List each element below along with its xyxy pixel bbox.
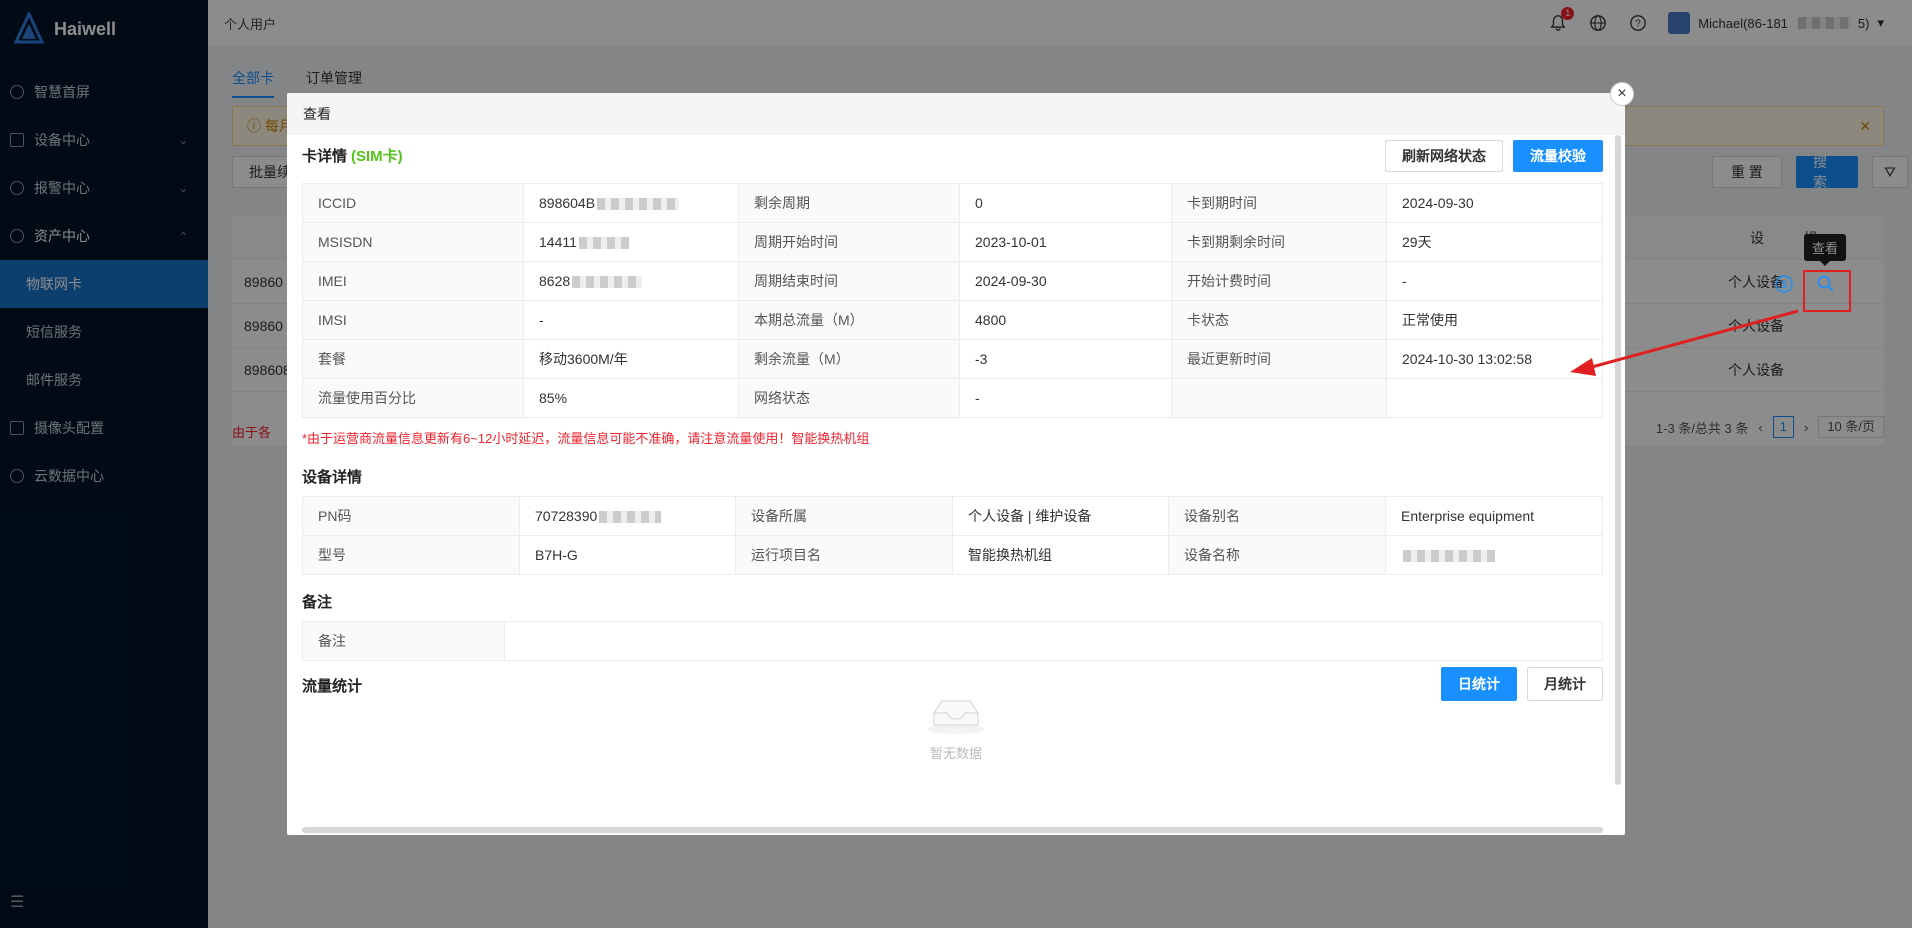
field-label: 型号 — [302, 535, 520, 575]
table-row: IMEI 8628 周期结束时间 2024-09-30 开始计费时间 - — [302, 261, 1603, 301]
field-value: 14411 — [523, 222, 739, 262]
field-value: B7H-G — [519, 535, 736, 575]
device-details-heading: 设备详情 — [302, 468, 363, 486]
remark-heading: 备注 — [302, 593, 333, 611]
masked-value — [599, 511, 662, 524]
field-value: 2024-10-30 13:02:58 — [1386, 339, 1603, 379]
field-label: 网络状态 — [738, 378, 960, 418]
card-details-heading: 卡详情 (SIM卡) 刷新网络状态 流量校验 — [302, 135, 1603, 175]
field-label: ICCID — [302, 183, 524, 223]
field-value: 2024-09-30 — [959, 261, 1172, 301]
field-label: IMEI — [302, 261, 524, 301]
table-row: ICCID 898604B 剩余周期 0 卡到期时间 2024-09-30 — [302, 183, 1603, 223]
view-modal: 查看 卡详情 (SIM卡) 刷新网络状态 流量校验 ICCID 898604B 剩余… — [287, 93, 1625, 835]
field-label: 剩余流量（M） — [738, 339, 960, 379]
field-label: 周期开始时间 — [738, 222, 960, 262]
field-value: Enterprise equipment — [1385, 496, 1603, 536]
traffic-delay-note: *由于运营商流量信息更新有6~12小时延迟，流量信息可能不准确，请注意流量使用！… — [302, 430, 870, 446]
field-label: 周期结束时间 — [738, 261, 960, 301]
field-value: 智能换热机组 — [952, 535, 1169, 575]
field-label: 卡状态 — [1171, 300, 1387, 340]
field-label: IMSI — [302, 300, 524, 340]
field-value: 0 — [959, 183, 1172, 223]
field-value: - — [523, 300, 739, 340]
field-value: 移动3600M/年 — [523, 339, 739, 379]
table-row: 流量使用百分比 85% 网络状态 - — [302, 378, 1603, 418]
field-label: 流量使用百分比 — [302, 378, 524, 418]
field-label: 最近更新时间 — [1171, 339, 1387, 379]
field-label: 卡到期时间 — [1171, 183, 1387, 223]
remark-value — [504, 621, 1603, 661]
refresh-network-button[interactable]: 刷新网络状态 — [1385, 140, 1503, 172]
field-label: 设备名称 — [1168, 535, 1386, 575]
field-value: - — [1386, 261, 1603, 301]
masked-value — [597, 198, 680, 211]
table-row: 备注 — [302, 621, 1603, 661]
horizontal-scrollbar[interactable] — [302, 827, 1603, 833]
field-value: 85% — [523, 378, 739, 418]
field-label: 本期总流量（M） — [738, 300, 960, 340]
field-label: 设备别名 — [1168, 496, 1386, 536]
section-title: 卡详情 — [302, 147, 348, 165]
field-value: 898604B — [523, 183, 739, 223]
field-label: 剩余周期 — [738, 183, 960, 223]
remark-table: 备注 — [302, 621, 1603, 661]
field-value: 正常使用 — [1386, 300, 1603, 340]
field-value: 4800 — [959, 300, 1172, 340]
field-value — [1386, 378, 1603, 418]
dollar-icon[interactable]: $ — [1774, 274, 1794, 297]
empty-box-icon — [928, 700, 984, 734]
masked-value — [578, 237, 629, 250]
field-label: 开始计费时间 — [1171, 261, 1387, 301]
field-value: 2023-10-01 — [959, 222, 1172, 262]
masked-value — [1403, 550, 1495, 563]
remark-label: 备注 — [302, 621, 505, 661]
table-row: PN码 70728390 设备所属 个人设备 | 维护设备 设备别名 Enterprise… — [302, 496, 1603, 536]
field-value — [1385, 535, 1603, 575]
field-value: 29天 — [1386, 222, 1603, 262]
field-value: - — [959, 378, 1172, 418]
table-row: 型号 B7H-G 运行项目名 智能换热机组 设备名称 — [302, 535, 1603, 575]
card-actions: 刷新网络状态 流量校验 — [1385, 140, 1603, 172]
annotation-highlight — [1803, 270, 1851, 312]
table-row: IMSI - 本期总流量（M） 4800 卡状态 正常使用 — [302, 300, 1603, 340]
table-row: 套餐 移动3600M/年 剩余流量（M） -3 最近更新时间 2024-10-30 13:… — [302, 339, 1603, 379]
svg-text:$: $ — [1781, 279, 1787, 291]
field-label: 卡到期剩余时间 — [1171, 222, 1387, 262]
field-label: 运行项目名 — [735, 535, 953, 575]
device-details-table: PN码 70728390 设备所属 个人设备 | 维护设备 设备别名 Enterprise… — [302, 496, 1603, 575]
field-label: 套餐 — [302, 339, 524, 379]
field-label: 设备所属 — [735, 496, 953, 536]
modal-title: 查看 — [287, 93, 1625, 135]
table-row: MSISDN 14411 周期开始时间 2023-10-01 卡到期剩余时间 29天 — [302, 222, 1603, 262]
vertical-scrollbar[interactable] — [1615, 135, 1621, 785]
close-icon[interactable]: × — [1610, 82, 1634, 106]
card-type-label: (SIM卡) — [351, 147, 403, 165]
field-label — [1171, 378, 1387, 418]
card-details-table: ICCID 898604B 剩余周期 0 卡到期时间 2024-09-30 MSISDN 14… — [302, 183, 1603, 418]
field-label: MSISDN — [302, 222, 524, 262]
field-value: 个人设备 | 维护设备 — [952, 496, 1169, 536]
masked-value — [572, 276, 643, 289]
field-value: -3 — [959, 339, 1172, 379]
field-label: PN码 — [302, 496, 520, 536]
field-value: 2024-09-30 — [1386, 183, 1603, 223]
empty-state: 暂无数据 — [287, 693, 1625, 762]
field-value: 70728390 — [519, 496, 736, 536]
field-value: 8628 — [523, 261, 739, 301]
empty-text: 暂无数据 — [929, 746, 982, 761]
verify-traffic-button[interactable]: 流量校验 — [1513, 140, 1603, 172]
